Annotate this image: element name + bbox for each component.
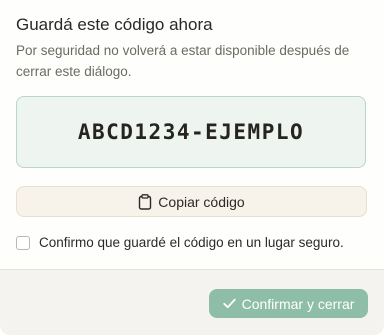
code-display-box: ABCD1234-EJEMPLO (16, 96, 366, 168)
copy-code-label: Copiar código (158, 193, 245, 210)
code-text: ABCD1234-EJEMPLO (77, 120, 305, 144)
clipboard-icon (138, 193, 152, 210)
check-icon (222, 298, 236, 309)
confirm-saved-label[interactable]: Confirmo que guardé el código en un luga… (39, 235, 344, 250)
confirm-saved-row[interactable]: Confirmo que guardé el código en un luga… (16, 235, 344, 250)
dialog-footer: Confirmar y cerrar (0, 269, 384, 335)
save-code-dialog: Guardá este código ahora Por seguridad n… (0, 0, 384, 335)
confirm-saved-checkbox[interactable] (16, 235, 30, 250)
confirm-and-close-button[interactable]: Confirmar y cerrar (209, 289, 368, 318)
dialog-title: Guardá este código ahora (16, 15, 213, 34)
dialog-description: Por seguridad no volverá a estar disponi… (16, 43, 350, 79)
confirm-and-close-label: Confirmar y cerrar (241, 295, 355, 312)
copy-code-button[interactable]: Copiar código (16, 186, 367, 217)
